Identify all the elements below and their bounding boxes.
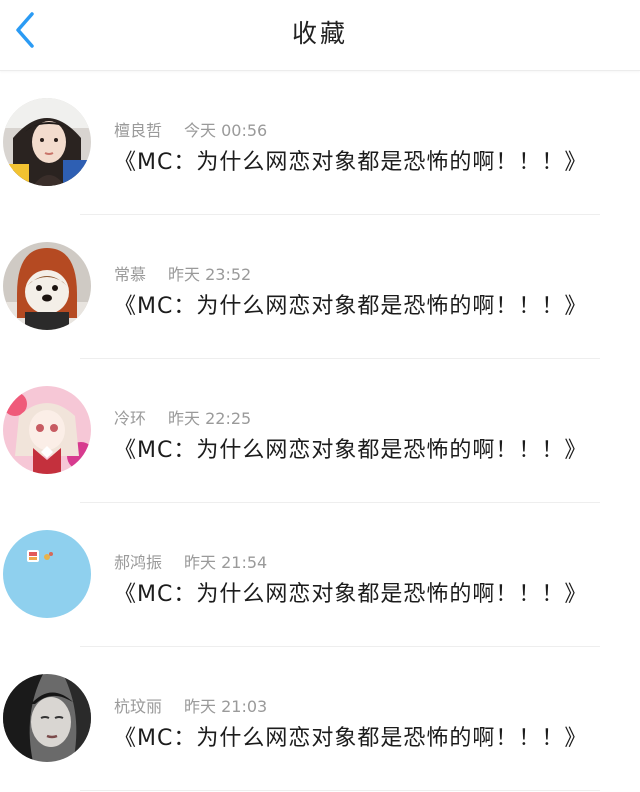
item-meta: 郝鸿振 昨天 21:54 <box>114 549 267 573</box>
avatar-anime-girl-image <box>3 386 91 474</box>
nav-bar: 收藏 <box>0 0 640 71</box>
user-name[interactable]: 郝鸿振 <box>114 553 162 572</box>
favorite-title[interactable]: 《MC：为什么网恋对象都是恐怖的啊！！！》 <box>114 144 587 176</box>
list-item[interactable]: 檀良哲 今天 00:56 《MC：为什么网恋对象都是恐怖的啊！！！》 <box>0 71 640 215</box>
user-name[interactable]: 常慕 <box>114 265 146 284</box>
item-meta: 常慕 昨天 23:52 <box>114 261 251 285</box>
timestamp: 昨天 21:03 <box>184 697 268 716</box>
favorite-title[interactable]: 《MC：为什么网恋对象都是恐怖的啊！！！》 <box>114 432 587 464</box>
favorite-title[interactable]: 《MC：为什么网恋对象都是恐怖的啊！！！》 <box>114 720 587 752</box>
avatar[interactable] <box>3 242 91 330</box>
avatar-girl-hat-image <box>3 98 91 186</box>
timestamp: 今天 00:56 <box>184 121 268 140</box>
avatar-blue-sticker-image <box>3 530 91 618</box>
favorites-screen: 收藏 檀良哲 今天 00:56 《MC：为什么网恋对象都是恐怖的啊！！！》 常慕… <box>0 0 640 792</box>
item-meta: 冷环 昨天 22:25 <box>114 405 251 429</box>
avatar[interactable] <box>3 386 91 474</box>
timestamp: 昨天 22:25 <box>168 409 252 428</box>
avatar-bw-portrait-image <box>3 674 91 762</box>
list-item[interactable]: 郝鸿振 昨天 21:54 《MC：为什么网恋对象都是恐怖的啊！！！》 <box>0 503 640 647</box>
timestamp: 昨天 23:52 <box>168 265 252 284</box>
avatar[interactable] <box>3 530 91 618</box>
list-item[interactable]: 杭玟丽 昨天 21:03 《MC：为什么网恋对象都是恐怖的啊！！！》 <box>0 647 640 791</box>
divider <box>80 790 600 791</box>
favorite-title[interactable]: 《MC：为什么网恋对象都是恐怖的啊！！！》 <box>114 576 587 608</box>
favorite-title[interactable]: 《MC：为什么网恋对象都是恐怖的啊！！！》 <box>114 288 587 320</box>
user-name[interactable]: 冷环 <box>114 409 146 428</box>
timestamp: 昨天 21:54 <box>184 553 268 572</box>
avatar[interactable] <box>3 674 91 762</box>
item-meta: 杭玟丽 昨天 21:03 <box>114 693 267 717</box>
item-meta: 檀良哲 今天 00:56 <box>114 117 267 141</box>
avatar[interactable] <box>3 98 91 186</box>
page-title: 收藏 <box>291 19 348 48</box>
favorites-list: 檀良哲 今天 00:56 《MC：为什么网恋对象都是恐怖的啊！！！》 常慕 昨天… <box>0 71 640 791</box>
user-name[interactable]: 檀良哲 <box>114 121 162 140</box>
avatar-dog-hood-image <box>3 242 91 330</box>
list-item[interactable]: 冷环 昨天 22:25 《MC：为什么网恋对象都是恐怖的啊！！！》 <box>0 359 640 503</box>
list-item[interactable]: 常慕 昨天 23:52 《MC：为什么网恋对象都是恐怖的啊！！！》 <box>0 215 640 359</box>
user-name[interactable]: 杭玟丽 <box>114 697 162 716</box>
